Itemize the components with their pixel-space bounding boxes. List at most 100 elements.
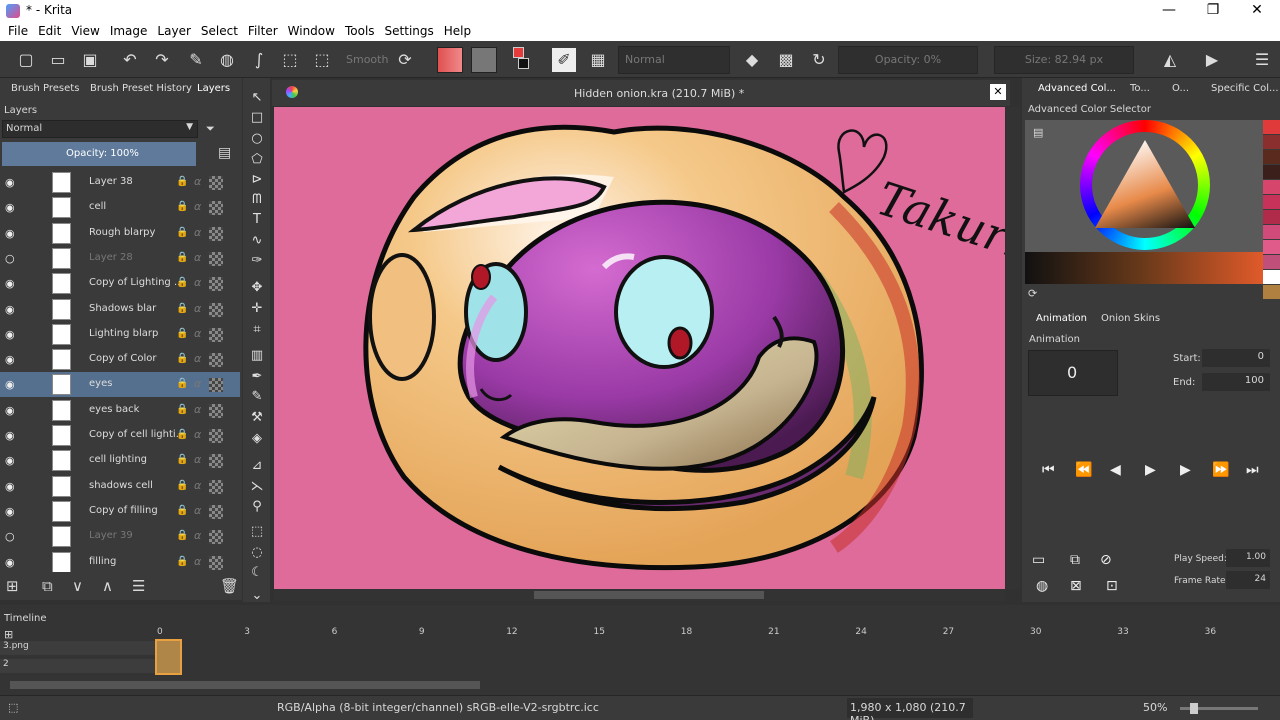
lock-icon[interactable]: 🔒 [176, 429, 188, 440]
visibility-eye-icon[interactable]: ◉ [5, 429, 18, 442]
menu-tools[interactable]: Tools [340, 22, 380, 41]
rect-select-icon[interactable]: ⬚ [249, 524, 265, 540]
blend-mode-select[interactable]: Normal [618, 46, 730, 74]
end-frame-field[interactable]: 100 [1202, 373, 1270, 391]
last-frame-icon[interactable]: ⏭ [1246, 462, 1259, 478]
timeline-layer-row[interactable]: 2 [0, 659, 155, 673]
lock-icon[interactable]: 🔒 [176, 277, 188, 288]
tab-overview[interactable]: O... [1172, 78, 1189, 100]
tab-advanced-color[interactable]: Advanced Col... [1038, 78, 1116, 100]
tab-specific-color[interactable]: Specific Col... [1211, 78, 1279, 100]
smart-patch-icon[interactable]: ✎ [249, 389, 265, 405]
color-picker-icon[interactable]: ✒ [249, 369, 265, 385]
layer-row[interactable]: ◉ eyes back 🔒 α [0, 398, 240, 423]
menu-select[interactable]: Select [196, 22, 243, 41]
multibrush-icon[interactable]: ◍ [215, 48, 239, 72]
drop-frames-icon[interactable]: ▭ [1032, 552, 1045, 568]
tab-brush-presets[interactable]: Brush Presets [11, 78, 79, 100]
play-icon[interactable]: ▶ [1145, 462, 1156, 478]
zoom-slider[interactable] [1180, 703, 1258, 714]
move-tool-icon[interactable]: ✛ [249, 301, 265, 317]
alpha-lock-icon[interactable]: α [194, 276, 201, 289]
visibility-eye-icon[interactable]: ◉ [5, 328, 18, 341]
visibility-eye-icon[interactable]: ◉ [5, 353, 18, 366]
lock-icon[interactable]: 🔒 [176, 227, 188, 238]
measure-tool-icon[interactable]: ⊿ [249, 458, 265, 474]
inherit-alpha-icon[interactable] [209, 176, 223, 190]
tab-brush-preset-history[interactable]: Brush Preset History [90, 78, 192, 100]
brush-preset-icon[interactable]: ✐ [552, 48, 576, 72]
add-layer-icon[interactable]: ⊞ [6, 577, 19, 595]
alpha-lock-icon[interactable]: α [194, 428, 201, 441]
alpha-lock-icon[interactable]: α [194, 529, 201, 542]
close-window-button[interactable]: ✕ [1234, 0, 1280, 22]
delete-layer-icon[interactable]: 🗑 [220, 577, 239, 595]
color-swatch[interactable] [1263, 240, 1280, 254]
pattern-swatch[interactable] [471, 47, 497, 73]
lock-icon[interactable]: 🔒 [176, 176, 188, 187]
assistant-tool-icon[interactable]: ⋋ [249, 479, 265, 495]
toolbox-more-icon[interactable]: ⌄ [249, 588, 265, 604]
first-frame-icon[interactable]: ⏮ [1042, 462, 1055, 478]
lock-icon[interactable]: 🔒 [176, 404, 188, 415]
lock-icon[interactable]: 🔒 [176, 328, 188, 339]
crop-tool-icon[interactable]: ⌗ [249, 322, 265, 338]
visibility-eye-icon[interactable]: ◉ [5, 303, 18, 316]
mirror-vertical-icon[interactable]: ▶ [1200, 48, 1224, 72]
menu-help[interactable]: Help [439, 22, 476, 41]
layer-row[interactable]: ◉ filling 🔒 α [0, 550, 240, 572]
visibility-eye-icon[interactable]: ◉ [5, 176, 18, 189]
polygon-tool-icon[interactable]: ⬠ [249, 152, 265, 168]
layer-row[interactable]: ○ Layer 39 🔒 α [0, 524, 240, 549]
color-swatch[interactable] [1263, 135, 1280, 149]
layer-row[interactable]: ◉ Copy of filling 🔒 α [0, 499, 240, 524]
minimize-button[interactable]: — [1146, 0, 1192, 22]
tab-layers[interactable]: Layers [197, 78, 230, 100]
lock-icon[interactable]: 🔒 [176, 454, 188, 465]
bucket-fill-icon[interactable]: ◈ [249, 431, 265, 447]
transform-alt-icon[interactable]: ⬚ [310, 48, 334, 72]
horizontal-scroll-thumb[interactable] [534, 591, 764, 599]
menu-layer[interactable]: Layer [152, 22, 195, 41]
alpha-lock-icon[interactable]: α [194, 453, 201, 466]
fill-tool-icon[interactable]: ⚒ [249, 410, 265, 426]
lock-icon[interactable]: 🔒 [176, 201, 188, 212]
lock-icon[interactable]: 🔒 [176, 252, 188, 263]
visibility-eye-icon[interactable]: ◉ [5, 378, 18, 391]
move-layer-down-icon[interactable]: ∨ [72, 577, 83, 595]
layer-row[interactable]: ◉ eyes 🔒 α [0, 372, 240, 398]
ellipse-tool-icon[interactable]: ○ [249, 131, 265, 147]
inherit-alpha-icon[interactable] [209, 302, 223, 317]
open-document-icon[interactable]: ▭ [46, 48, 70, 72]
inherit-alpha-icon[interactable] [209, 251, 223, 266]
layer-row[interactable]: ◉ Copy of Lighting ... 🔒 α [0, 271, 240, 296]
timeline-add-icon[interactable]: ⊞ [4, 628, 13, 641]
layer-row[interactable]: ◉ Shadows blar 🔒 α [0, 297, 240, 322]
duplicate-layer-icon[interactable]: ⧉ [42, 577, 53, 595]
alpha-lock-icon[interactable]: α [194, 226, 201, 239]
lock-icon[interactable]: 🔒 [176, 556, 188, 567]
menu-window[interactable]: Window [283, 22, 340, 41]
text-tool-icon[interactable]: T [249, 212, 265, 228]
current-frame-cursor[interactable] [155, 639, 182, 675]
select-shapes-icon[interactable]: ↖ [249, 90, 265, 106]
audio-icon[interactable]: ⊘ [1100, 552, 1112, 568]
inherit-alpha-icon[interactable] [209, 479, 223, 494]
visibility-eye-icon[interactable]: ○ [5, 530, 18, 543]
inherit-alpha-icon[interactable] [209, 226, 223, 241]
drawing-canvas[interactable]: Takuri [274, 107, 1005, 589]
alpha-lock-icon[interactable]: α [194, 352, 201, 365]
color-history[interactable] [1025, 252, 1263, 284]
next-keyframe-icon[interactable]: ⏩ [1212, 462, 1229, 478]
rectangle-tool-icon[interactable]: □ [249, 110, 265, 126]
color-swatch[interactable] [1263, 150, 1280, 164]
lock-icon[interactable]: 🔒 [176, 303, 188, 314]
timeline-layer-row[interactable]: 3.png [0, 641, 155, 655]
refresh-color-icon[interactable]: ⟳ [1028, 287, 1037, 300]
inherit-alpha-icon[interactable] [209, 327, 223, 342]
ellipse-select-icon[interactable]: ◌ [249, 545, 265, 561]
lock-icon[interactable]: 🔒 [176, 505, 188, 516]
size-slider[interactable]: Size: 82.94 px [994, 46, 1134, 74]
layer-row[interactable]: ◉ Copy of Color 🔒 α [0, 347, 240, 372]
color-swatch[interactable] [1263, 165, 1280, 179]
